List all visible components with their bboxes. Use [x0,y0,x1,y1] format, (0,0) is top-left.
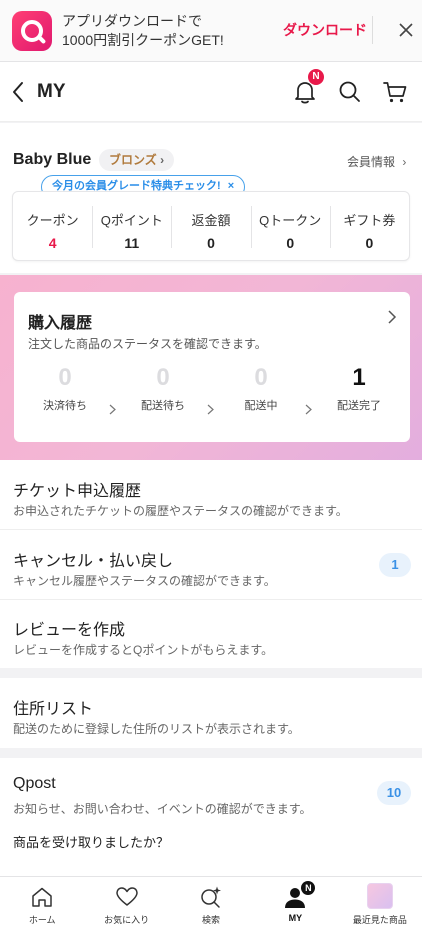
chevron-right-icon [305,404,312,415]
chevron-right-icon [388,310,397,324]
stat-value: 0 [365,235,374,251]
stat-refund[interactable]: 返金額 0 [171,192,250,260]
menu-item-title: 住所リスト [13,701,94,718]
menu-item-desc: レビューを作成するとQポイントがもらえます。 [13,643,274,657]
menu-item-desc: お知らせ、お問い合わせ、イベントの確認ができます。 [13,802,312,816]
stat-label: クーポン [26,213,79,228]
stat-value: 0 [286,235,295,251]
nav-favorites[interactable]: お気に入り [84,877,168,932]
home-icon [32,887,52,907]
menu-item-title: レビューを作成 [13,622,126,639]
my-badge: N [301,881,316,895]
nav-label: お気に入り [104,915,150,925]
product-thumbnail [366,883,393,909]
nav-label: ホーム [28,915,56,925]
step-shipping-pending[interactable]: 0 配送待ち [124,364,202,413]
app-download-banner[interactable]: アプリダウンロードで 1000円割引クーポンGET! ダウンロード [0,0,422,62]
stat-qpoint[interactable]: Qポイント 11 [92,192,171,260]
profile-section: Baby Blue ブロンズ › 今月の会員グレード特典チェック! × 会員情報… [0,123,422,273]
menu-item-desc: キャンセル履歴やステータスの確認ができます。 [13,574,276,588]
purchase-description: 注文した商品のステータスを確認できます。 [28,337,267,351]
stat-label: 返金額 [191,213,231,228]
stat-coupon[interactable]: クーポン 4 [13,192,92,260]
step-count: 1 [352,364,366,391]
back-arrow-icon[interactable] [10,80,26,104]
nav-label: 最近見た商品 [352,915,407,925]
menu-group-qpost: Qpost お知らせ、お問い合わせ、イベントの確認ができます。 10 商品を受け… [0,758,422,876]
banner-line-1: アプリダウンロードで [62,12,202,29]
menu-item-address-list[interactable]: 住所リスト 配送のために登録した住所のリストが表示されます。 [0,678,422,748]
stat-value: 0 [207,235,215,251]
menu-item-cancel-refund[interactable]: キャンセル・払い戻し キャンセル履歴やステータスの確認ができます。 1 [0,530,422,600]
count-badge: 10 [377,781,411,805]
wallet-stats: クーポン 4 Qポイント 11 返金額 0 Qトークン 0 ギフト券 0 [12,191,410,261]
step-payment-pending[interactable]: 0 決済待ち [26,364,104,413]
menu-item-title: 商品を受け取りましたか？ [13,835,170,850]
close-icon[interactable] [396,19,416,41]
step-label: 配送中 [244,400,278,412]
step-delivered[interactable]: 1 配送完了 [320,364,398,413]
member-grade-chip[interactable]: ブロンズ › [99,149,175,171]
banner-line-2: 1000円割引クーポンGET! [62,31,224,48]
nav-label: MY [288,913,303,923]
menu-item-title: キャンセル・払い戻し [13,553,174,570]
notification-badge: N [308,69,324,85]
step-count: 0 [254,364,268,391]
purchase-history-card[interactable]: 購入履歴 注文した商品のステータスを確認できます。 0 決済待ち 0 配送待ち … [14,292,410,442]
banner-divider [372,16,373,44]
step-label: 配送完了 [337,400,381,412]
step-in-transit[interactable]: 0 配送中 [222,364,300,413]
menu-item-title: Qpost [13,775,56,792]
download-button[interactable]: ダウンロード [283,20,367,40]
nav-search[interactable]: 検索 [169,877,253,932]
menu-group-orders: チケット申込履歴 お申込されたチケットの履歴やステータスの確認ができます。 キャ… [0,460,422,668]
step-count: 0 [156,364,170,391]
member-info-link[interactable]: 会員情報 › [347,153,406,170]
banner-text: アプリダウンロードで 1000円割引クーポンGET! [62,12,282,50]
stat-label: ギフト券 [343,213,396,228]
qoo10-app-icon [12,10,52,51]
menu-item-desc: 配送のために登録した住所のリストが表示されます。 [13,722,300,736]
chevron-right-icon: › [160,153,165,167]
search-sparkle-icon [201,886,222,908]
nav-label: 検索 [202,915,221,925]
bottom-navigation: ホーム お気に入り 検索 N MY 最近見た商品 [0,876,422,932]
menu-item-title: チケット申込履歴 [13,483,142,500]
page-title: MY [37,81,66,102]
search-icon[interactable] [337,79,363,105]
menu-item-received-check[interactable]: 商品を受け取りましたか？ [0,822,422,876]
chevron-right-icon: › [402,155,407,169]
page-header: MY N [0,62,422,122]
nav-home[interactable]: ホーム [0,877,84,932]
step-label: 配送待ち [141,400,185,412]
step-label: 決済待ち [43,400,87,412]
menu-item-ticket-history[interactable]: チケット申込履歴 お申込されたチケットの履歴やステータスの確認ができます。 [0,460,422,530]
chevron-right-icon [109,404,116,415]
member-info-label: 会員情報 [347,155,396,169]
stat-label: Qポイント [100,213,163,228]
stat-label: Qトークン [259,213,322,228]
stat-gift-card[interactable]: ギフト券 0 [329,192,409,260]
nav-recently-viewed[interactable]: 最近見た商品 [338,877,422,932]
purchase-history-background: 購入履歴 注文した商品のステータスを確認できます。 0 決済待ち 0 配送待ち … [0,275,422,460]
count-badge: 1 [379,553,411,577]
menu-group-address: 住所リスト 配送のために登録した住所のリストが表示されます。 [0,678,422,748]
stat-value: 11 [124,235,140,251]
menu-item-desc: お申込されたチケットの履歴やステータスの確認ができます。 [13,504,348,518]
nav-my[interactable]: N MY [253,877,337,932]
chevron-right-icon [207,404,214,415]
menu-item-write-review[interactable]: レビューを作成 レビューを作成するとQポイントがもらえます。 [0,599,422,669]
purchase-title: 購入履歴 [28,315,93,332]
member-grade: ブロンズ [109,153,157,167]
cart-icon[interactable] [381,78,409,106]
stat-qtoken[interactable]: Qトークン 0 [250,192,330,260]
menu-item-qpost[interactable]: Qpost お知らせ、お問い合わせ、イベントの確認ができます。 10 [0,758,422,822]
user-name: Baby Blue [13,151,92,168]
heart-icon [115,887,138,906]
stat-value: 4 [48,235,57,251]
step-count: 0 [58,364,72,391]
